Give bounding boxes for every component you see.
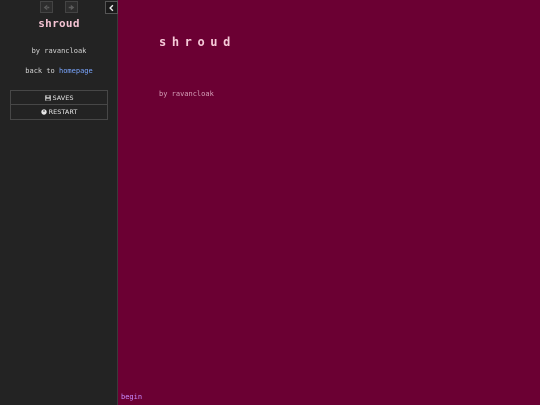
history-forward-button[interactable]: [65, 1, 78, 13]
passage-title: shroud: [159, 35, 236, 49]
history-back-button[interactable]: [40, 1, 53, 13]
story-author: by ravancloak: [31, 47, 87, 55]
restart-button[interactable]: RESTART: [10, 105, 108, 120]
restart-label: RESTART: [48, 108, 78, 116]
power-icon: [40, 109, 47, 115]
arrow-right-icon: [68, 4, 75, 10]
story-title: shroud: [38, 17, 80, 30]
arrow-left-icon: [43, 4, 50, 10]
save-icon: [44, 94, 51, 101]
back-prefix: back to: [25, 67, 55, 75]
ui-sidebar: shroud by ravancloak back to homepage SA…: [0, 0, 118, 405]
passage-byline: by ravancloak: [159, 90, 214, 98]
saves-button[interactable]: SAVES: [10, 90, 108, 105]
begin-link[interactable]: begin: [121, 393, 142, 401]
sidebar-toggle-button[interactable]: [105, 1, 118, 14]
saves-label: SAVES: [52, 93, 74, 102]
homepage-link[interactable]: homepage: [59, 67, 93, 75]
back-to-homepage: back to homepage: [0, 67, 118, 75]
chevron-left-icon: [109, 4, 114, 11]
